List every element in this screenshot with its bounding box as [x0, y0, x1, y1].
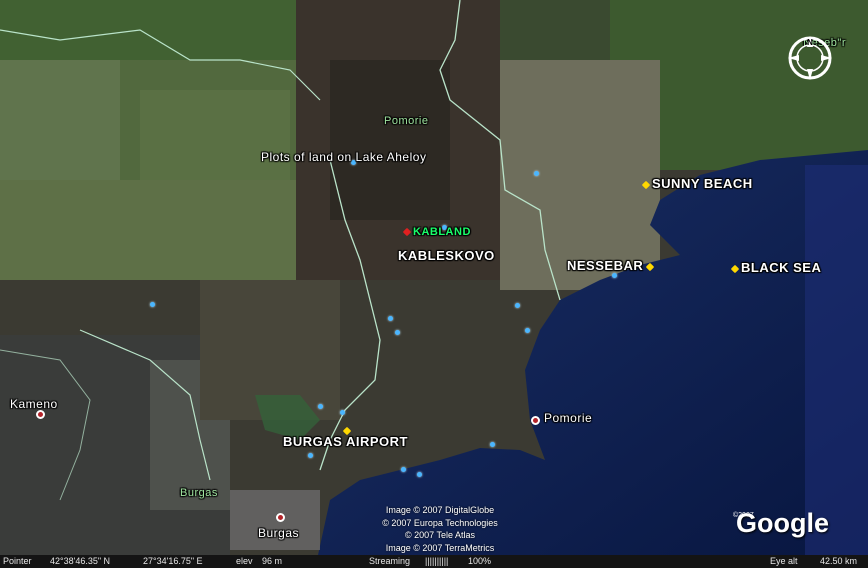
- eye-alt-value: 42.50 km: [820, 556, 858, 566]
- satellite-imagery: [0, 0, 868, 555]
- compass-north-label: N: [807, 38, 813, 47]
- imagery-credits: Image © 2007 DigitalGlobe © 2007 Europa …: [360, 504, 520, 554]
- waypoint-marker: [150, 302, 155, 307]
- pointer-label: Pointer: [3, 556, 32, 566]
- waypoint-marker: [417, 472, 422, 477]
- city-marker-pomorie[interactable]: [531, 416, 540, 425]
- placemark-nessebar-label: NESSEBAR: [567, 258, 644, 273]
- placemark-burgas-airport-label: BURGAS AIRPORT: [283, 434, 408, 449]
- region-label-pomorie: Pomorie: [384, 115, 429, 127]
- placemark-pomorie[interactable]: Pomorie: [544, 411, 592, 425]
- credit-line: Image © 2007 TerraMetrics: [385, 542, 495, 553]
- city-marker-burgas[interactable]: [276, 513, 285, 522]
- waypoint-marker: [401, 467, 406, 472]
- waypoint-marker: [388, 316, 393, 321]
- placemark-kabland[interactable]: KABLAND: [402, 226, 471, 238]
- pushpin-icon: [646, 262, 655, 271]
- google-logo: Google: [736, 508, 829, 538]
- streaming-progress: ||||||||||: [425, 556, 449, 566]
- waypoint-marker: [340, 410, 345, 415]
- placemark-sunny-beach-label: SUNNY BEACH: [652, 176, 753, 191]
- city-marker-kameno[interactable]: [36, 410, 45, 419]
- pushpin-icon: [730, 264, 740, 273]
- placemark-sunny-beach[interactable]: SUNNY BEACH: [641, 176, 753, 191]
- waypoint-marker: [395, 330, 400, 335]
- waypoint-marker: [515, 303, 520, 308]
- waypoint-marker: [318, 404, 323, 409]
- placemark-nessebar[interactable]: NESSEBAR: [567, 258, 656, 273]
- waypoint-marker: [308, 453, 313, 458]
- placemark-kableskovo[interactable]: KABLESKOVO: [398, 248, 495, 263]
- elevation-value: 96 m: [262, 556, 283, 566]
- burgas-urban: [230, 490, 320, 550]
- coastal-plain: [500, 60, 660, 290]
- placemark-burgas[interactable]: Burgas: [258, 526, 299, 540]
- credit-line: © 2007 Europa Technologies: [382, 517, 498, 528]
- pointer-latitude: 42°38'46.35" N: [50, 556, 111, 566]
- waypoint-marker: [525, 328, 530, 333]
- pointer-longitude: 27°34'16.75" E: [143, 556, 203, 566]
- credit-line: Image © 2007 DigitalGlobe: [385, 505, 495, 515]
- map-view[interactable]: Neseb"r Pomorie Burgas Plots of land on …: [0, 0, 868, 568]
- waypoint-marker: [490, 442, 495, 447]
- status-bar: Pointer 42°38'46.35" N 27°34'16.75" E el…: [0, 555, 868, 568]
- eye-alt-label: Eye alt: [770, 556, 798, 566]
- pushpin-icon: [641, 180, 651, 189]
- region-label-burgas: Burgas: [180, 487, 218, 499]
- elevation-label: elev: [236, 556, 253, 566]
- streaming-label: Streaming: [369, 556, 411, 566]
- placemark-lake-plots[interactable]: Plots of land on Lake Aheloy: [261, 150, 426, 164]
- placemark-black-sea[interactable]: BLACK SEA: [730, 260, 822, 275]
- placemark-kabland-label: KABLAND: [413, 226, 471, 238]
- waypoint-marker: [612, 273, 617, 278]
- placemark-burgas-airport[interactable]: BURGAS AIRPORT: [283, 434, 408, 449]
- waypoint-marker: [534, 171, 539, 176]
- compass-icon[interactable]: N: [784, 32, 836, 84]
- placemark-kameno[interactable]: Kameno: [10, 397, 58, 411]
- credit-line: © 2007 Tele Atlas: [404, 530, 475, 540]
- placemark-black-sea-label: BLACK SEA: [741, 260, 822, 275]
- streaming-percent: 100%: [468, 556, 492, 566]
- pushpin-icon: [402, 227, 412, 237]
